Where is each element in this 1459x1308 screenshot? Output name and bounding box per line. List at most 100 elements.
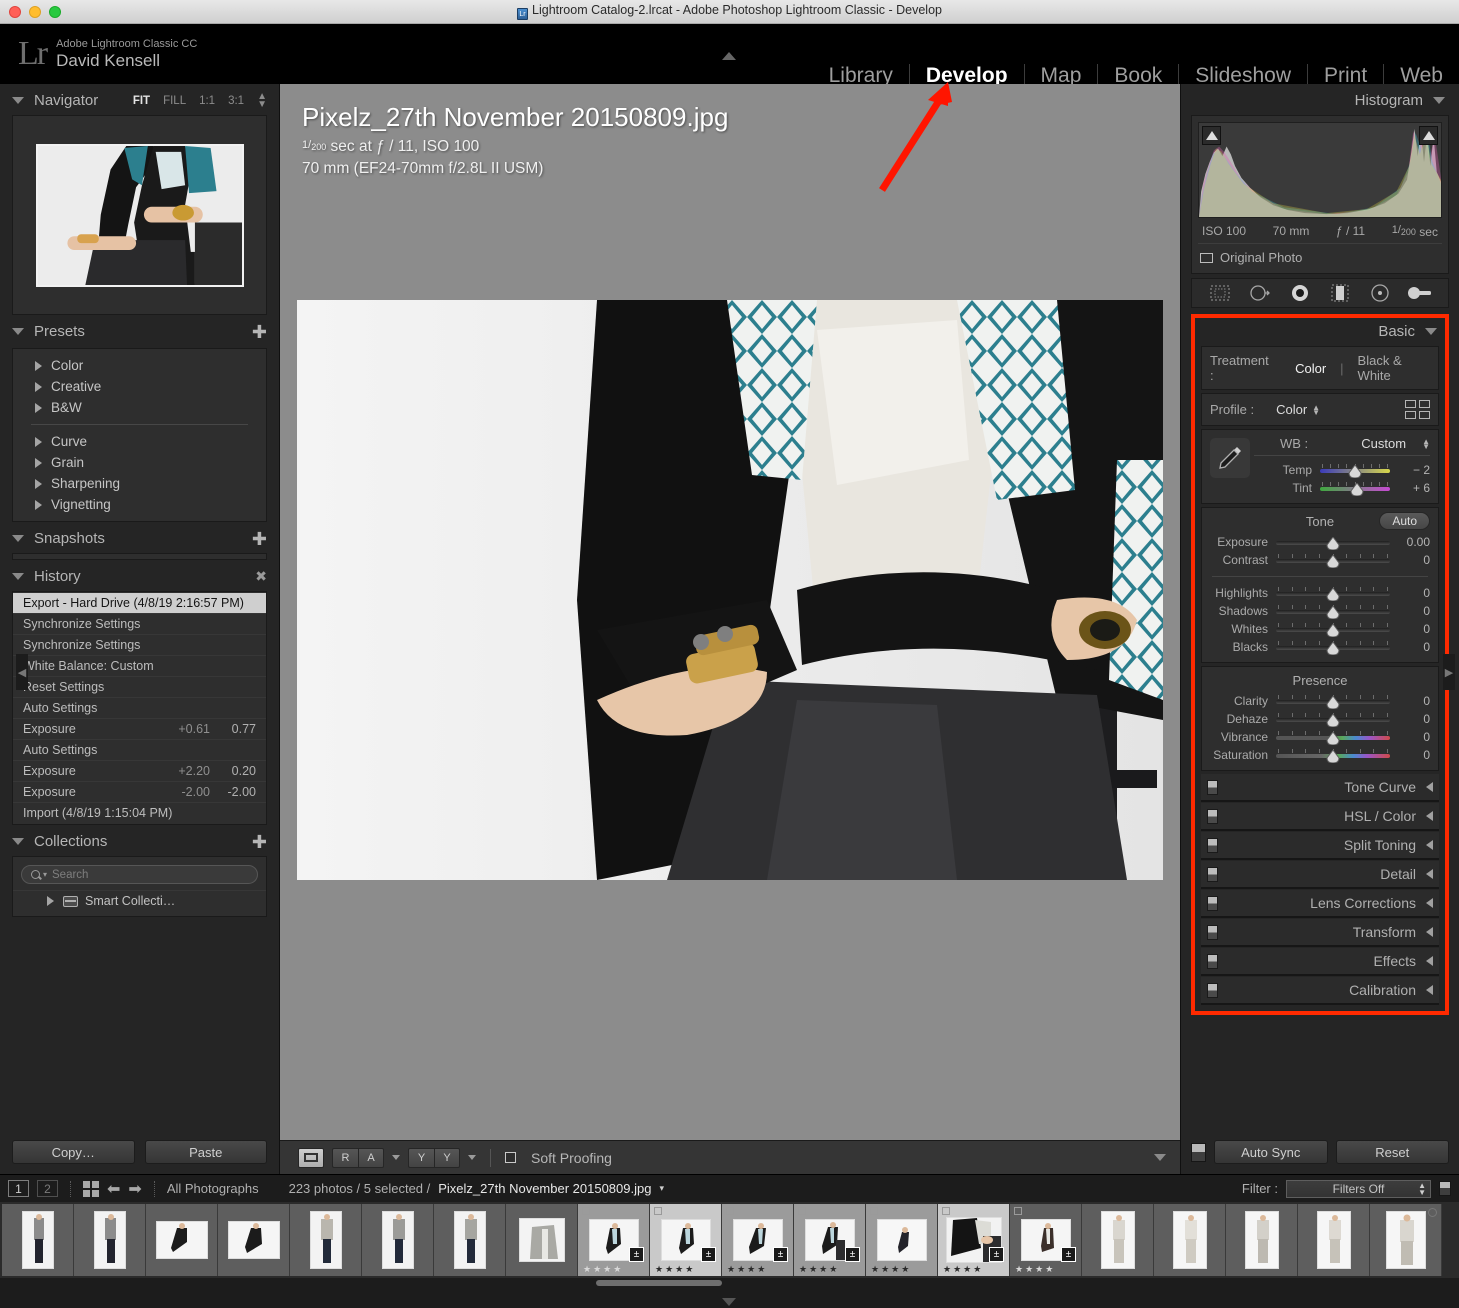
filmstrip-item[interactable]: ± ★★★★ [578,1204,650,1276]
slider-knob[interactable] [1326,624,1340,637]
slider-whites[interactable]: Whites 0 [1210,620,1430,638]
filmstrip-item[interactable] [362,1204,434,1276]
right-panel-reveal-arrow[interactable]: ▶ [1443,654,1455,690]
filmstrip-item[interactable]: ± ★★★★ [650,1204,722,1276]
panel-switch-icon[interactable] [1207,925,1218,940]
slider-track[interactable] [1276,713,1390,725]
slider-track[interactable] [1320,464,1390,476]
presets-header[interactable]: Presets ✚ [12,315,267,346]
collapse-triangle-icon[interactable] [12,328,24,335]
collections-search-input[interactable]: ▾ Search [21,865,258,884]
compare-y2-button[interactable]: Y [434,1148,460,1168]
filmstrip-item[interactable]: ± ★★★★ [1010,1204,1082,1276]
rating-stars[interactable]: ★★★★ [655,1264,695,1275]
panel-switch-icon[interactable] [1207,983,1218,998]
filmstrip-item[interactable] [290,1204,362,1276]
clear-history-icon[interactable]: ✖ [255,568,267,585]
panel-calibration[interactable]: Calibration [1201,977,1439,1005]
flag-icon[interactable] [726,1207,734,1215]
scrollbar-thumb[interactable] [596,1280,722,1286]
filmstrip[interactable]: ± ★★★★ ± ★★★★ ± ★★★★ ± ★★★★ ★★★★ ± ★★★★ … [0,1202,1459,1278]
preset-group-grain[interactable]: Grain [13,452,266,473]
slider-knob[interactable] [1326,537,1340,550]
rating-stars[interactable]: ★★★★ [943,1264,983,1275]
top-panel-toggle-arrow[interactable] [722,52,736,60]
filmstrip-item[interactable]: ± ★★★★ [722,1204,794,1276]
photo-canvas[interactable]: Pixelz_27th November 20150809.jpg 1/200 … [280,84,1180,1140]
slider-knob[interactable] [1326,696,1340,709]
navigator-header[interactable]: Navigator FIT FILL 1:1 3:1 ▲▼ [12,84,267,115]
slider-knob[interactable] [1350,483,1364,496]
slider-knob[interactable] [1326,642,1340,655]
panel-switch-icon[interactable] [1207,809,1218,824]
history-item[interactable]: Auto Settings [13,698,266,719]
history-item[interactable]: Auto Settings [13,740,266,761]
panel-tone-curve[interactable]: Tone Curve [1201,774,1439,802]
slider-vibrance[interactable]: Vibrance 0 [1210,728,1430,746]
slider-track[interactable] [1276,554,1390,566]
auto-sync-button[interactable]: Auto Sync [1214,1140,1328,1164]
filmstrip-item[interactable] [2,1204,74,1276]
graduated-filter-icon[interactable] [1327,283,1353,303]
slider-track[interactable] [1276,749,1390,761]
white-balance-eyedropper-icon[interactable] [1210,438,1250,478]
filmstrip-item[interactable] [506,1204,578,1276]
slider-saturation[interactable]: Saturation 0 [1210,746,1430,764]
slider-exposure[interactable]: Exposure 0.00 [1210,533,1430,551]
flag-icon[interactable] [582,1207,590,1215]
highlight-clipping-button[interactable] [1419,126,1438,145]
slider-track[interactable] [1276,623,1390,635]
develop-badge-icon[interactable]: ± [629,1247,644,1262]
rating-stars[interactable]: ★★★★ [871,1264,911,1275]
filmstrip-item[interactable] [1154,1204,1226,1276]
slider-track[interactable] [1276,731,1390,743]
zoom-mode-1to1[interactable]: 1:1 [199,95,215,107]
plus-icon[interactable]: ✚ [252,533,267,545]
screen-1-button[interactable]: 1 [8,1180,29,1197]
panel-hsl-color[interactable]: HSL / Color [1201,803,1439,831]
shadow-clipping-button[interactable] [1202,126,1221,145]
collapse-triangle-icon[interactable] [12,97,24,104]
reset-button[interactable]: Reset [1336,1140,1450,1164]
bottom-panel-toggle-arrow[interactable] [722,1298,736,1306]
preset-group-curve[interactable]: Curve [13,431,266,452]
history-item[interactable]: Exposure-2.00-2.00 [13,782,266,803]
adjustment-brush-icon[interactable] [1407,283,1433,303]
panel-switch-icon[interactable] [1207,896,1218,911]
zoom-mode-fit[interactable]: FIT [133,95,150,107]
panel-switch-icon[interactable] [1207,867,1218,882]
collapse-triangle-icon[interactable] [1425,328,1437,335]
spot-removal-icon[interactable] [1247,283,1273,303]
slider-track[interactable] [1276,695,1390,707]
soft-proofing-checkbox[interactable] [505,1152,516,1163]
treatment-option-color[interactable]: Color [1295,361,1326,376]
navigator-zoom-modes[interactable]: FIT FILL 1:1 3:1 ▲▼ [133,93,267,109]
filmstrip-item[interactable] [434,1204,506,1276]
slider-clarity[interactable]: Clarity 0 [1210,692,1430,710]
auto-sync-switch-icon[interactable] [1191,1143,1206,1162]
slider-track[interactable] [1276,536,1390,548]
rating-stars[interactable]: ★★★★ [583,1264,623,1275]
history-item[interactable]: Synchronize Settings [13,635,266,656]
forward-arrow-icon[interactable]: ➡ [128,1179,141,1199]
slider-highlights[interactable]: Highlights 0 [1210,584,1430,602]
slider-tint[interactable]: Tint + 6 [1254,479,1430,497]
slider-contrast[interactable]: Contrast 0 [1210,551,1430,569]
panel-split-toning[interactable]: Split Toning [1201,832,1439,860]
rating-stars[interactable]: ★★★★ [1015,1264,1055,1275]
filmstrip-item[interactable]: ± ★★★★ [938,1204,1010,1276]
flag-icon[interactable] [870,1207,878,1215]
filmstrip-item[interactable] [1298,1204,1370,1276]
wb-value[interactable]: Custom [1361,436,1406,451]
rating-stars[interactable]: ★★★★ [799,1264,839,1275]
collapse-triangle-icon[interactable] [12,535,24,542]
slider-knob[interactable] [1326,555,1340,568]
flag-icon[interactable] [798,1207,806,1215]
slider-track[interactable] [1276,605,1390,617]
back-arrow-icon[interactable]: ⬅ [107,1179,120,1199]
collapse-triangle-icon[interactable] [1433,97,1445,104]
preset-group-color[interactable]: Color [13,355,266,376]
slider-knob[interactable] [1326,732,1340,745]
original-photo-row[interactable]: Original Photo [1198,243,1442,267]
treatment-option-bw[interactable]: Black & White [1358,353,1430,383]
